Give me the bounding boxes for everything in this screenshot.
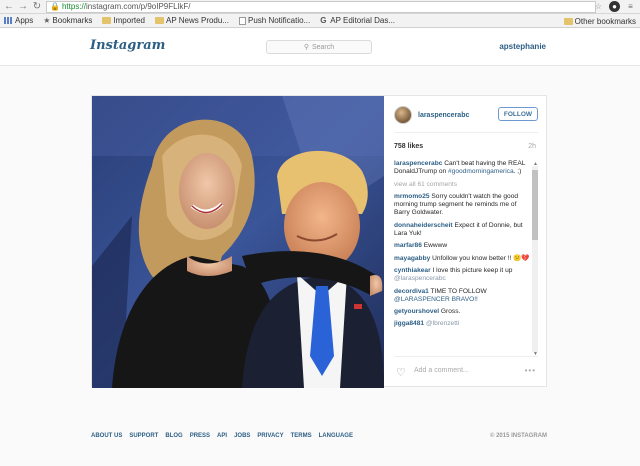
bookmark-push[interactable]: Push Notificatio... — [239, 16, 310, 25]
search-icon: ⚲ — [303, 44, 309, 51]
comment-user[interactable]: cynthiakear — [394, 267, 431, 274]
comment-user[interactable]: donnaheiderscheit — [394, 222, 453, 229]
comment-text: Gross. — [440, 308, 461, 316]
folder-icon — [102, 17, 112, 24]
footer-link-privacy[interactable]: PRIVACY — [257, 433, 283, 439]
copyright: © 2015 INSTAGRAM — [490, 433, 547, 439]
bookmark-ap-news[interactable]: AP News Produ... — [155, 16, 229, 25]
star-icon: ★ — [43, 16, 51, 25]
comments-list[interactable]: laraspencerabc Can't beat having the REA… — [394, 160, 530, 352]
lock-icon: 🔒 — [50, 2, 60, 11]
scroll-up-arrow-icon[interactable]: ▲ — [533, 161, 538, 167]
footer-link-terms[interactable]: TERMS — [291, 433, 312, 439]
bookmark-ap-editorial[interactable]: G AP Editorial Das... — [320, 16, 395, 25]
post-photo[interactable] — [92, 96, 384, 388]
scrollbar-thumb[interactable] — [532, 170, 538, 240]
more-options-icon[interactable]: ••• — [525, 366, 536, 375]
mention-link[interactable]: @LARASPENCER BRAVO!! — [394, 296, 478, 303]
bookmark-label: Push Notificatio... — [248, 16, 311, 25]
footer-link-api[interactable]: API — [217, 433, 227, 439]
other-bookmarks[interactable]: Other bookmarks — [563, 17, 636, 26]
comment-user[interactable]: decordiva1 — [394, 288, 429, 295]
comment-user[interactable]: mrmomo25 — [394, 193, 430, 200]
footer-link-support[interactable]: SUPPORT — [129, 433, 158, 439]
mention-link[interactable]: @laraspencerabc — [394, 275, 446, 282]
list-item: getyourshovel Gross. — [394, 308, 530, 316]
forward-arrow-icon[interactable]: → — [17, 1, 29, 13]
footer-link-language[interactable]: LANGUAGE — [319, 433, 353, 439]
browser-toolbar: ← → ↻ 🔒 https:// instagram.com/p/9oIP9FL… — [0, 0, 640, 14]
list-item: decordiva1 TIME TO FOLLOW @LARASPENCER B… — [394, 288, 530, 305]
footer: ABOUT US SUPPORT BLOG PRESS API JOBS PRI… — [91, 433, 547, 443]
instagram-logo[interactable]: Instagram — [90, 38, 165, 53]
hashtag-link[interactable]: #goodmorningamerica — [448, 168, 514, 175]
add-comment-input[interactable]: Add a comment... — [414, 367, 469, 374]
other-bookmarks-label: Other bookmarks — [574, 17, 636, 26]
bookmark-label: Imported — [113, 16, 145, 25]
reload-icon[interactable]: ↻ — [31, 1, 43, 13]
comment-text: TIME TO FOLLOW — [430, 287, 487, 295]
photo-illustration — [92, 96, 384, 388]
list-item: donnaheiderscheit Expect it of Donnie, b… — [394, 222, 530, 239]
instagram-header: Instagram ⚲ Search apstephanie — [0, 28, 640, 66]
caption-suffix: . ;) — [513, 168, 522, 176]
comment-user[interactable]: jigga8481 — [394, 320, 424, 327]
comment-text: Ewwww — [423, 242, 448, 250]
list-item: mayagabby Unfollow you know better !! 😕💔 — [394, 255, 530, 263]
bookmark-apps[interactable]: Apps — [4, 16, 33, 25]
footer-link-blog[interactable]: BLOG — [165, 433, 182, 439]
likes-count[interactable]: 758 likes — [394, 143, 423, 150]
comment-user[interactable]: mayagabby — [394, 255, 430, 262]
list-item: jigga8481 @lbrenzetti — [394, 320, 530, 328]
caption: laraspencerabc Can't beat having the REA… — [394, 160, 530, 177]
bookmark-label: Apps — [15, 16, 34, 25]
back-arrow-icon[interactable]: ← — [3, 1, 15, 13]
bookmark-bookmarks[interactable]: ★ Bookmarks — [43, 16, 92, 25]
page-icon — [239, 16, 246, 25]
bookmark-imported[interactable]: Imported — [102, 16, 145, 25]
list-item: cynthiakear I love this picture keep it … — [394, 267, 530, 284]
folder-icon — [155, 17, 164, 24]
footer-link-press[interactable]: PRESS — [190, 433, 210, 439]
bookmark-label: AP News Produ... — [166, 16, 229, 25]
bookmark-label: AP Editorial Das... — [330, 16, 396, 25]
follow-button[interactable]: FOLLOW — [498, 107, 538, 121]
extension-icon[interactable]: ● — [609, 1, 620, 12]
post-card: laraspencerabc FOLLOW 758 likes 2h laras… — [91, 95, 548, 388]
folder-icon — [563, 18, 573, 25]
star-bookmark-icon[interactable]: ☆ — [593, 1, 604, 12]
heart-icon[interactable]: ♡ — [396, 366, 406, 379]
menu-icon[interactable]: ≡ — [625, 1, 636, 12]
comment-user[interactable]: getyourshovel — [394, 308, 439, 315]
profile-link[interactable]: apstephanie — [499, 42, 546, 51]
footer-links: ABOUT US SUPPORT BLOG PRESS API JOBS PRI… — [91, 433, 547, 439]
comments-scrollbar[interactable]: ▲ ▼ — [532, 161, 538, 357]
list-item: mrmomo25 Sorry couldn't watch the good m… — [394, 193, 530, 218]
author-username[interactable]: laraspencerabc — [418, 112, 469, 119]
divider — [394, 132, 538, 133]
footer-link-about[interactable]: ABOUT US — [91, 433, 122, 439]
search-placeholder: Search — [311, 43, 335, 51]
mention-link[interactable]: @lbrenzetti — [426, 320, 459, 327]
search-input[interactable]: ⚲ Search — [266, 40, 372, 54]
comment-user[interactable]: laraspencerabc — [394, 160, 442, 167]
post-sidebar: laraspencerabc FOLLOW 758 likes 2h laras… — [384, 96, 548, 388]
comment-text: I love this picture keep it up — [432, 266, 513, 274]
bookmarks-bar: Apps ★ Bookmarks Imported AP News Produ.… — [0, 14, 640, 28]
bookmark-label: Bookmarks — [52, 16, 93, 25]
list-item: marfar86 Ewwww — [394, 242, 530, 250]
address-bar[interactable]: 🔒 https:// instagram.com/p/9oIP9FLlkF/ — [46, 1, 596, 13]
view-all-comments-link[interactable]: view all 61 comments — [394, 181, 530, 189]
url-scheme: https:// — [61, 2, 86, 11]
comment-user[interactable]: marfar86 — [394, 242, 422, 249]
post-author[interactable]: laraspencerabc — [394, 106, 469, 124]
comment-text: Unfollow you know better !! 😕💔 — [432, 254, 530, 262]
post-age: 2h — [528, 143, 536, 150]
avatar[interactable] — [394, 106, 412, 124]
apps-icon — [4, 17, 13, 24]
google-icon: G — [320, 15, 327, 25]
divider — [394, 356, 538, 357]
url-path: instagram.com/p/9oIP9FLlkF/ — [85, 2, 191, 11]
footer-link-jobs[interactable]: JOBS — [234, 433, 250, 439]
